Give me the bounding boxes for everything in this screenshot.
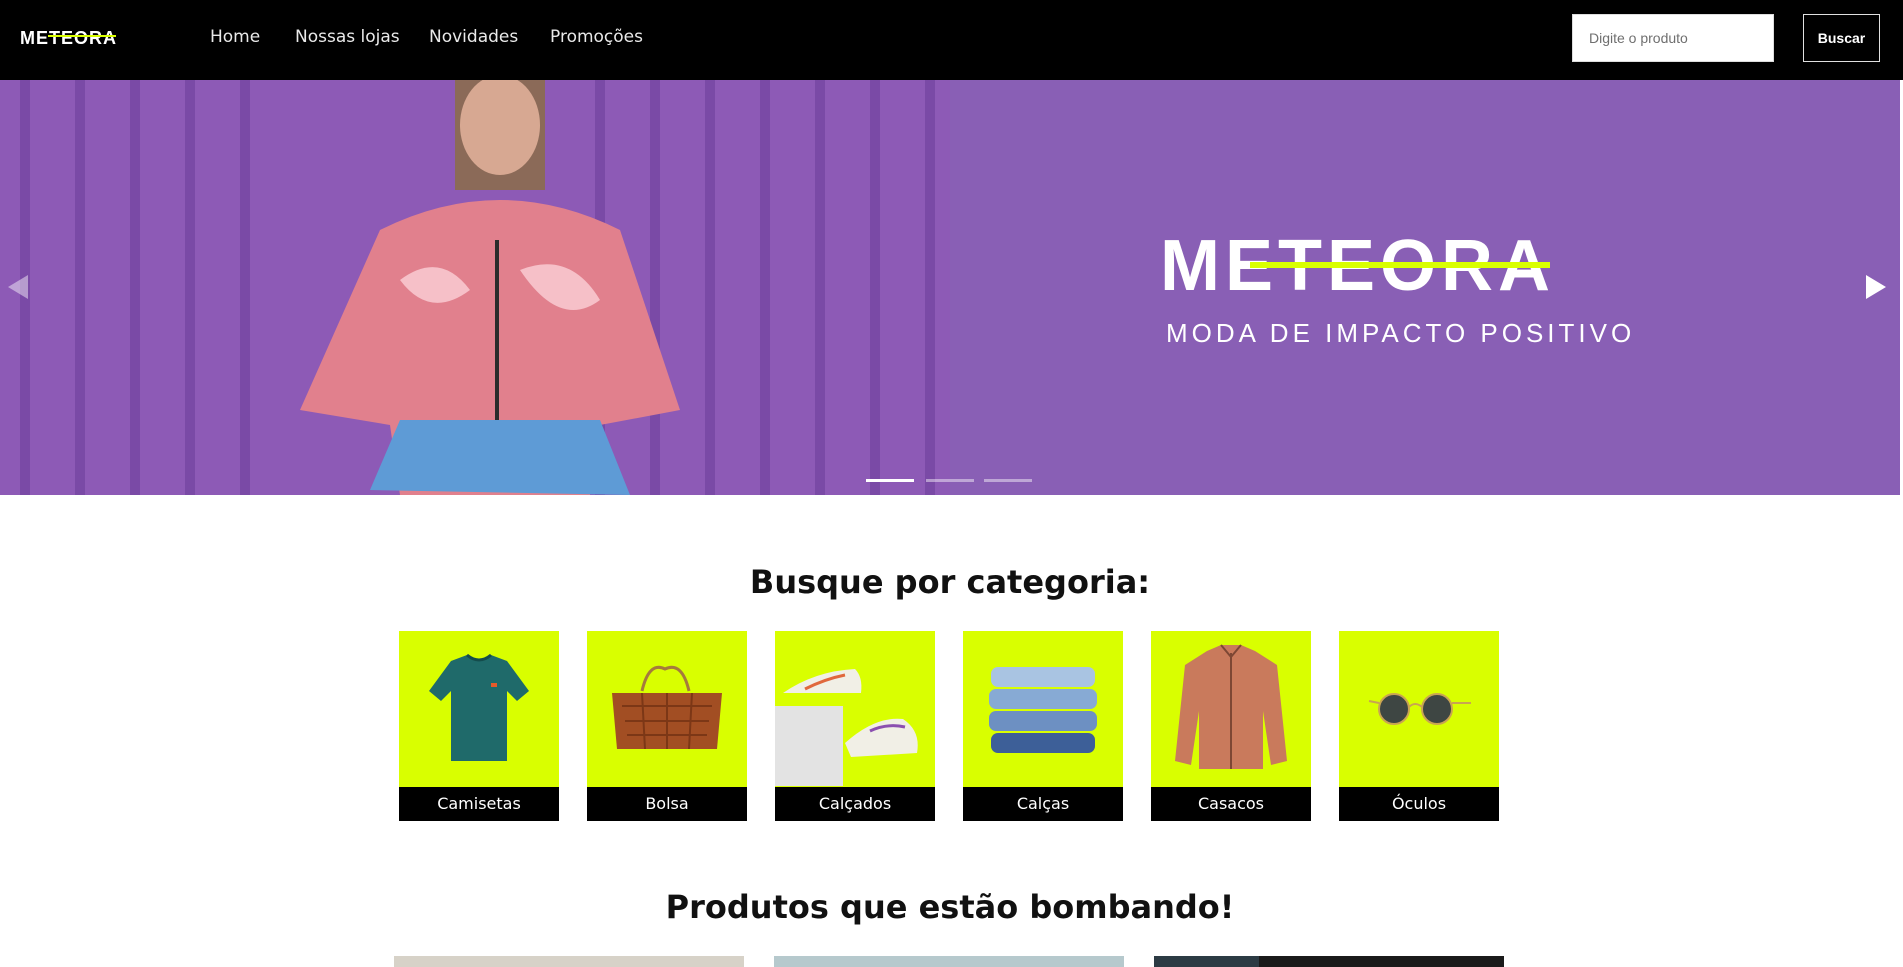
category-card-bolsa[interactable]: Bolsa	[587, 631, 747, 821]
search-input[interactable]	[1572, 14, 1774, 62]
category-card-camisetas[interactable]: Camisetas	[399, 631, 559, 821]
product-card[interactable]	[394, 956, 744, 967]
product-card[interactable]	[774, 956, 1124, 967]
category-card-calcados[interactable]: Calçados	[775, 631, 935, 821]
svg-text:MODA DE IMPACTO POSITIVO: MODA DE IMPACTO POSITIVO	[1166, 318, 1635, 348]
carousel-indicator-3[interactable]	[984, 479, 1032, 482]
hero-model-photo	[0, 80, 950, 495]
nav-link-promocoes[interactable]: Promoções	[550, 27, 643, 47]
carousel-indicator-1[interactable]	[866, 479, 914, 482]
search-button[interactable]: Buscar	[1803, 14, 1880, 62]
hero-brand-logo: METEORA MODA DE IMPACTO POSITIVO	[1160, 230, 1635, 348]
category-label-calcados: Calçados	[775, 787, 935, 821]
svg-text:METEORA: METEORA	[20, 28, 117, 48]
sneakers-icon	[775, 669, 918, 786]
category-label-oculos: Óculos	[1339, 787, 1499, 821]
handbag-icon	[612, 665, 722, 750]
carousel-indicator-2[interactable]	[926, 479, 974, 482]
category-label-camisetas: Camisetas	[399, 787, 559, 821]
nav-link-nossas-lojas[interactable]: Nossas lojas	[295, 27, 400, 47]
category-label-calcas: Calças	[963, 787, 1123, 821]
meteora-logo[interactable]: METEORA	[20, 24, 146, 50]
product-card[interactable]	[1154, 956, 1504, 967]
tshirt-icon	[429, 653, 529, 761]
nav-link-novidades[interactable]: Novidades	[429, 27, 518, 47]
navbar: METEORA Home Nossas lojas Novidades Prom…	[0, 0, 1903, 80]
category-label-casacos: Casacos	[1151, 787, 1311, 821]
categories-title: Busque por categoria:	[749, 563, 1151, 601]
category-card-oculos[interactable]: Óculos	[1339, 631, 1499, 821]
carousel-next-arrow-icon[interactable]	[1860, 272, 1890, 302]
hero-carousel: METEORA MODA DE IMPACTO POSITIVO	[0, 80, 1900, 495]
category-card-calcas[interactable]: Calças	[963, 631, 1123, 821]
products-title: Produtos que estão bombando!	[665, 888, 1235, 926]
jacket-icon	[1175, 644, 1287, 769]
nav-link-home[interactable]: Home	[210, 27, 260, 47]
jeans-icon	[989, 667, 1097, 753]
category-label-bolsa: Bolsa	[587, 787, 747, 821]
carousel-prev-arrow-icon[interactable]	[4, 272, 34, 302]
sunglasses-icon	[1368, 693, 1471, 725]
category-card-casacos[interactable]: Casacos	[1151, 631, 1311, 821]
